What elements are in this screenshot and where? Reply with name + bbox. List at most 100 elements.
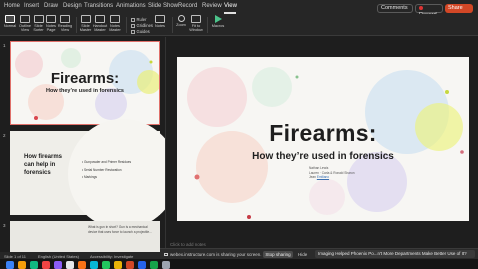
word-icon[interactable]: [138, 260, 146, 269]
tab-slide-show[interactable]: Slide Show: [148, 3, 178, 9]
slide-thumbnail-3[interactable]: What is gun in short? Gun is a mechanica…: [10, 221, 160, 252]
browser-tab-tooltip: Imaging Helped Phoenix Po...n't More Dep…: [315, 250, 475, 258]
handout-master-icon: [95, 15, 105, 23]
slide-master-icon: [80, 15, 91, 23]
slide-thumbnail-1[interactable]: Firearms: How they’re used in forensics: [10, 41, 160, 125]
slide-thumbnail-panel: 1 Firearms: How they’re used in forensic…: [0, 37, 165, 252]
ribbon-separator: [172, 17, 173, 33]
guides-checkbox[interactable]: Guides: [131, 29, 150, 34]
share-message: webex.instructure.com is sharing your sc…: [164, 252, 262, 257]
tab-transitions[interactable]: Transitions: [84, 3, 113, 9]
app-icon[interactable]: [78, 260, 86, 269]
stop-sharing-button[interactable]: Stop sharing: [263, 250, 293, 258]
macros-label: Macros: [211, 24, 225, 28]
app-icon[interactable]: [114, 260, 122, 269]
zoom-label: Zoom: [176, 23, 186, 27]
notes-page-icon: [46, 15, 56, 23]
thumbnail-2-bullets: • Gunpowder and Primer Residues • Serial…: [82, 159, 131, 182]
fit-to-window-button[interactable]: Fit to Window: [188, 15, 204, 32]
notes-label: Notes: [155, 24, 165, 28]
tab-review[interactable]: Review: [202, 3, 222, 9]
play-icon: [214, 15, 222, 23]
notes-icon: [155, 15, 165, 23]
finder-icon[interactable]: [6, 260, 14, 269]
slide-thumbnail-2[interactable]: How firearms can help in forensics • Gun…: [10, 119, 165, 229]
author-line: Jean Emiliano: [309, 175, 330, 179]
outline-view-label: Outline View: [18, 24, 32, 32]
guides-checkbox-box: [131, 30, 135, 34]
tab-insert[interactable]: Insert: [24, 3, 39, 9]
record-button[interactable]: Record: [415, 4, 443, 18]
handout-master-button[interactable]: Handout Master: [92, 15, 108, 32]
slide-master-button[interactable]: Slide Master: [79, 15, 92, 32]
main-slide-canvas[interactable]: Firearms: How they’re used in forensics …: [177, 57, 469, 221]
author-names[interactable]: Nathan Lewis Lauren · Carla & Ronald Sha…: [309, 166, 355, 180]
thumbnail-3-text: What is gun in short? Gun is a mechanica…: [88, 225, 152, 234]
normal-view-label: Normal: [3, 24, 17, 28]
zoom-icon: [177, 15, 185, 22]
ribbon-separator: [126, 17, 127, 33]
slide-title[interactable]: Firearms:: [177, 120, 469, 147]
notes-page-button[interactable]: Notes Page: [45, 15, 57, 32]
tab-record[interactable]: Record: [178, 3, 197, 9]
thumbnail-1-title: Firearms:: [50, 70, 120, 87]
gridlines-checkbox-box: [131, 24, 135, 28]
zoom-button[interactable]: Zoom: [175, 15, 187, 27]
notes-pane[interactable]: Click to add notes: [170, 242, 206, 247]
gridlines-checkbox[interactable]: Gridlines: [131, 23, 153, 28]
bullet-item: • Gunpowder and Primer Residues: [82, 160, 132, 164]
slide-sorter-icon: [33, 15, 44, 23]
notes-master-button[interactable]: Notes Master: [108, 15, 122, 32]
slide-number-1: 1: [3, 43, 6, 48]
hide-button[interactable]: Hide: [298, 252, 307, 257]
fit-to-window-label: Fit to Window: [189, 24, 203, 32]
tab-design[interactable]: Design: [63, 3, 82, 9]
share-label: Share: [448, 5, 463, 11]
app-icon[interactable]: [66, 260, 74, 269]
thumbnail-2-title: How firearms can help in forensics: [24, 154, 63, 176]
comments-label: Comments: [381, 5, 408, 11]
comments-button[interactable]: Comments: [377, 4, 413, 13]
app-icon[interactable]: [18, 260, 26, 269]
bullet-item: • Serial Number Restoration: [82, 167, 122, 172]
app-icon[interactable]: [42, 260, 50, 269]
language-indicator[interactable]: English (United States): [38, 254, 79, 259]
tab-draw[interactable]: Draw: [44, 3, 58, 9]
reading-view-label: Reading View: [57, 24, 73, 32]
accessibility-status[interactable]: Accessibility: Investigate: [90, 254, 133, 259]
powerpoint-icon[interactable]: [126, 260, 134, 269]
ruler-label: Ruler: [136, 17, 147, 22]
notes-master-icon: [110, 15, 120, 23]
tab-animations[interactable]: Animations: [116, 3, 146, 9]
app-icon[interactable]: [90, 260, 98, 269]
app-icon[interactable]: [162, 260, 170, 269]
reading-view-icon: [60, 15, 70, 23]
slide-sorter-button[interactable]: Slide Sorter: [32, 15, 45, 32]
app-icon[interactable]: [102, 260, 110, 269]
slide-subtitle[interactable]: How they’re used in forensics: [177, 151, 469, 162]
ribbon-separator: [76, 17, 77, 33]
outline-view-button[interactable]: Outline View: [18, 15, 32, 32]
ruler-checkbox[interactable]: Ruler: [131, 17, 147, 22]
macros-button[interactable]: Macros: [210, 15, 226, 28]
normal-view-button[interactable]: Normal: [2, 15, 18, 28]
share-button[interactable]: Share: [445, 4, 473, 13]
bullet-item: • Markings: [82, 175, 97, 179]
slide-number-2: 2: [3, 133, 6, 138]
app-icon[interactable]: [30, 260, 38, 269]
author-link[interactable]: Emiliano: [317, 175, 329, 179]
ruler-checkbox-box: [131, 18, 135, 22]
notes-toggle-button[interactable]: Notes: [153, 15, 167, 28]
app-icon[interactable]: [54, 260, 62, 269]
reading-view-button[interactable]: Reading View: [57, 15, 73, 32]
normal-view-icon: [5, 15, 15, 23]
slide-master-label: Slide Master: [79, 24, 92, 32]
status-bar: Slide 1 of 11 English (United States) Ac…: [0, 252, 160, 259]
screen-share-bar: webex.instructure.com is sharing your sc…: [160, 248, 478, 259]
excel-icon[interactable]: [150, 260, 158, 269]
tab-view[interactable]: View: [224, 3, 237, 9]
guides-label: Guides: [136, 29, 150, 34]
ribbon-separator: [207, 17, 208, 33]
notes-page-label: Notes Page: [46, 24, 56, 32]
tab-home[interactable]: Home: [4, 3, 20, 9]
